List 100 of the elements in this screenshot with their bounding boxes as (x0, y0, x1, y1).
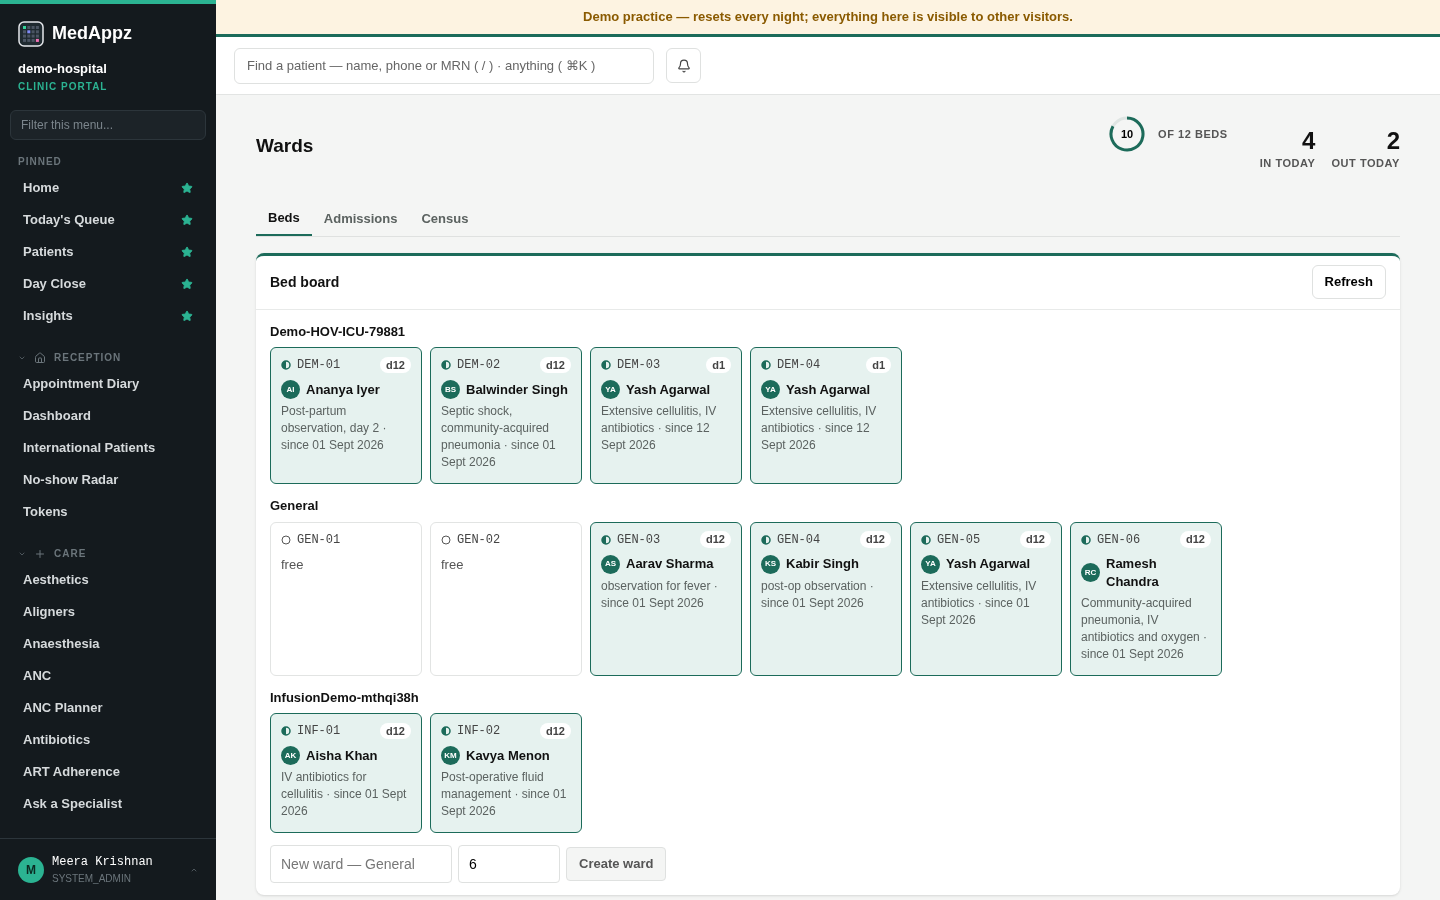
bed-card[interactable]: DEM-04 d1 YA Yash Agarwal Extensive cellulitis, IV antibiotics · since 12 Sept 2026 (750, 347, 902, 484)
ward-name-field[interactable]: New ward — General (270, 845, 452, 883)
patient-avatar: KM (441, 746, 460, 765)
patient-name: Yash Agarwal (626, 380, 711, 399)
bed-code: DEM-01 (297, 357, 341, 374)
half-circle-icon (761, 534, 771, 545)
tab[interactable]: Beds (256, 201, 312, 236)
card-title: Bed board (270, 272, 340, 292)
portal-label: CLINIC PORTAL (17, 79, 109, 94)
notifications-button[interactable] (666, 48, 701, 83)
section-heading: PINNED (18, 155, 62, 169)
bed-count-field[interactable]: 6 (458, 845, 560, 883)
nav-item[interactable]: Tokens (10, 495, 206, 528)
patient-name: Ananya Iyer (306, 380, 380, 399)
bed-code: GEN-04 (777, 531, 821, 549)
bed-card[interactable]: DEM-03 d1 YA Yash Agarwal Extensive cellulitis, IV antibiotics · since 12 Sept 2026 (590, 347, 742, 484)
patient-name: Yash Agarwal (786, 380, 871, 399)
tab[interactable]: Admissions (311, 201, 410, 236)
patient-avatar: AK (281, 746, 300, 765)
ward-name: Demo-HOV-ICU-79881 (270, 322, 407, 341)
nav-item[interactable]: Patients (10, 235, 206, 268)
demo-banner: Demo practice — resets every night; everything here is visible to other visitors. (216, 0, 1440, 37)
ward-name: InfusionDemo-mthqi38h (270, 688, 420, 707)
menu-filter-field[interactable]: Filter this menu... (10, 109, 206, 140)
nav-item[interactable]: ANC (10, 659, 206, 692)
bed-code: GEN-02 (457, 531, 501, 549)
days-badge: d12 (540, 356, 571, 374)
user-avatar: M (18, 856, 44, 883)
stat-value: 4 (1302, 127, 1316, 155)
bed-code: INF-01 (297, 723, 341, 740)
nav-item[interactable]: ART Adherence (10, 755, 206, 788)
page-title: Wards (256, 134, 314, 158)
half-circle-icon (1081, 534, 1091, 545)
half-circle-icon (761, 360, 771, 370)
patient-name: Aisha Khan (306, 746, 378, 765)
org-name: demo-hospital (17, 60, 108, 78)
nav-item[interactable]: Ask a Specialist (10, 787, 206, 820)
nav-item[interactable]: Aligners (10, 595, 206, 628)
half-circle-icon (601, 534, 611, 545)
stat-label: OUT TODAY (1331, 156, 1400, 171)
create-ward-button[interactable]: Create ward (566, 847, 667, 881)
bed-card[interactable]: GEN-04 d12 KS Kabir Singh post-op observation · since 01 Sept 2026 (750, 521, 902, 676)
nav-item[interactable]: Antibiotics (10, 723, 206, 756)
logo-icon (18, 20, 44, 47)
bed-card[interactable]: DEM-02 d12 BS Balwinder Singh Septic shock, community-acquired pneumonia · since 01 Sept 2026 (430, 347, 582, 484)
patient-avatar: YA (921, 554, 940, 574)
half-circle-icon (921, 534, 931, 545)
tab[interactable]: Census (409, 201, 481, 236)
patient-name: Ramesh Chandra (1106, 554, 1160, 591)
bed-code: GEN-01 (297, 531, 341, 549)
patient-name: Kavya Menon (466, 746, 550, 765)
half-circle-icon (601, 360, 611, 370)
nav-item[interactable]: Insights (10, 299, 206, 332)
bed-card[interactable]: INF-01 d12 AK Aisha Khan IV antibiotics for cellulitis · since 01 Sept 2026 (270, 713, 422, 833)
nav-item[interactable]: Day Close (10, 267, 206, 300)
brand-name: MedAppz (52, 22, 132, 45)
bed-card[interactable]: GEN-06 d12 RC Ramesh Chandra Community-acquired pneumonia, IV antibiotics and oxygen · since 01 Sept 2026 (1070, 521, 1222, 676)
bed-note: post-op observation · since 01 Sept 2026 (761, 577, 875, 612)
bed-note: Post-operative fluid management · since 01 Sept 2026 (441, 769, 568, 820)
days-badge: d12 (380, 722, 411, 740)
bed-code: DEM-04 (777, 357, 821, 374)
bed-status: free (281, 555, 305, 574)
bed-card[interactable]: DEM-01 d12 AI Ananya Iyer Post-partum observation, day 2 · since 01 Sept 2026 (270, 347, 422, 484)
patient-avatar: AS (601, 554, 620, 574)
bed-code: GEN-06 (1097, 531, 1141, 549)
nav-item[interactable]: Today's Queue (10, 203, 206, 236)
days-badge: d1 (706, 356, 731, 374)
patient-name: Balwinder Singh (466, 380, 568, 399)
section-heading: RECEPTION (54, 351, 122, 365)
nav-item[interactable]: International Patients (10, 431, 206, 464)
half-circle-icon (441, 360, 451, 370)
nav-item[interactable]: Aesthetics (10, 563, 206, 596)
nav-item[interactable]: Home (10, 171, 206, 204)
bed-card[interactable]: INF-02 d12 KM Kavya Menon Post-operative fluid management · since 01 Sept 2026 (430, 713, 582, 833)
user-name: Meera Krishnan (52, 854, 154, 871)
patient-name: Yash Agarwal (946, 555, 1031, 573)
section-heading: CARE (54, 547, 87, 561)
nav-item[interactable]: No-show Radar (10, 463, 206, 496)
stat-label: IN TODAY (1259, 156, 1316, 171)
bed-card[interactable]: GEN-05 d12 YA Yash Agarwal Extensive cellulitis, IV antibiotics · since 01 Sept 2026 (910, 521, 1062, 676)
bed-code: DEM-02 (457, 357, 501, 374)
nav-item[interactable]: Dashboard (10, 399, 206, 432)
patient-search-field[interactable]: Find a patient — name, phone or MRN ( / ) · anything ( ⌘K ) (234, 47, 654, 84)
bed-code: GEN-05 (937, 531, 981, 549)
house-icon (34, 351, 46, 364)
half-circle-icon (441, 726, 451, 736)
bed-card[interactable]: GEN-01 free (270, 521, 422, 676)
circle-icon (281, 534, 291, 545)
nav-item[interactable]: Appointment Diary (10, 367, 206, 400)
bed-code: INF-02 (457, 723, 501, 740)
bed-card[interactable]: GEN-02 free (430, 521, 582, 676)
days-badge: d12 (1180, 531, 1211, 548)
bed-card[interactable]: GEN-03 d12 AS Aarav Sharma observation for fever · since 01 Sept 2026 (590, 521, 742, 676)
ward-name: General (270, 497, 320, 515)
nav-item[interactable]: ANC Planner (10, 691, 206, 724)
occupancy-ring (1108, 115, 1147, 153)
patient-avatar: BS (441, 380, 460, 399)
nav-item[interactable]: Anaesthesia (10, 627, 206, 660)
days-badge: d1 (866, 356, 891, 374)
refresh-button[interactable]: Refresh (1311, 265, 1386, 299)
